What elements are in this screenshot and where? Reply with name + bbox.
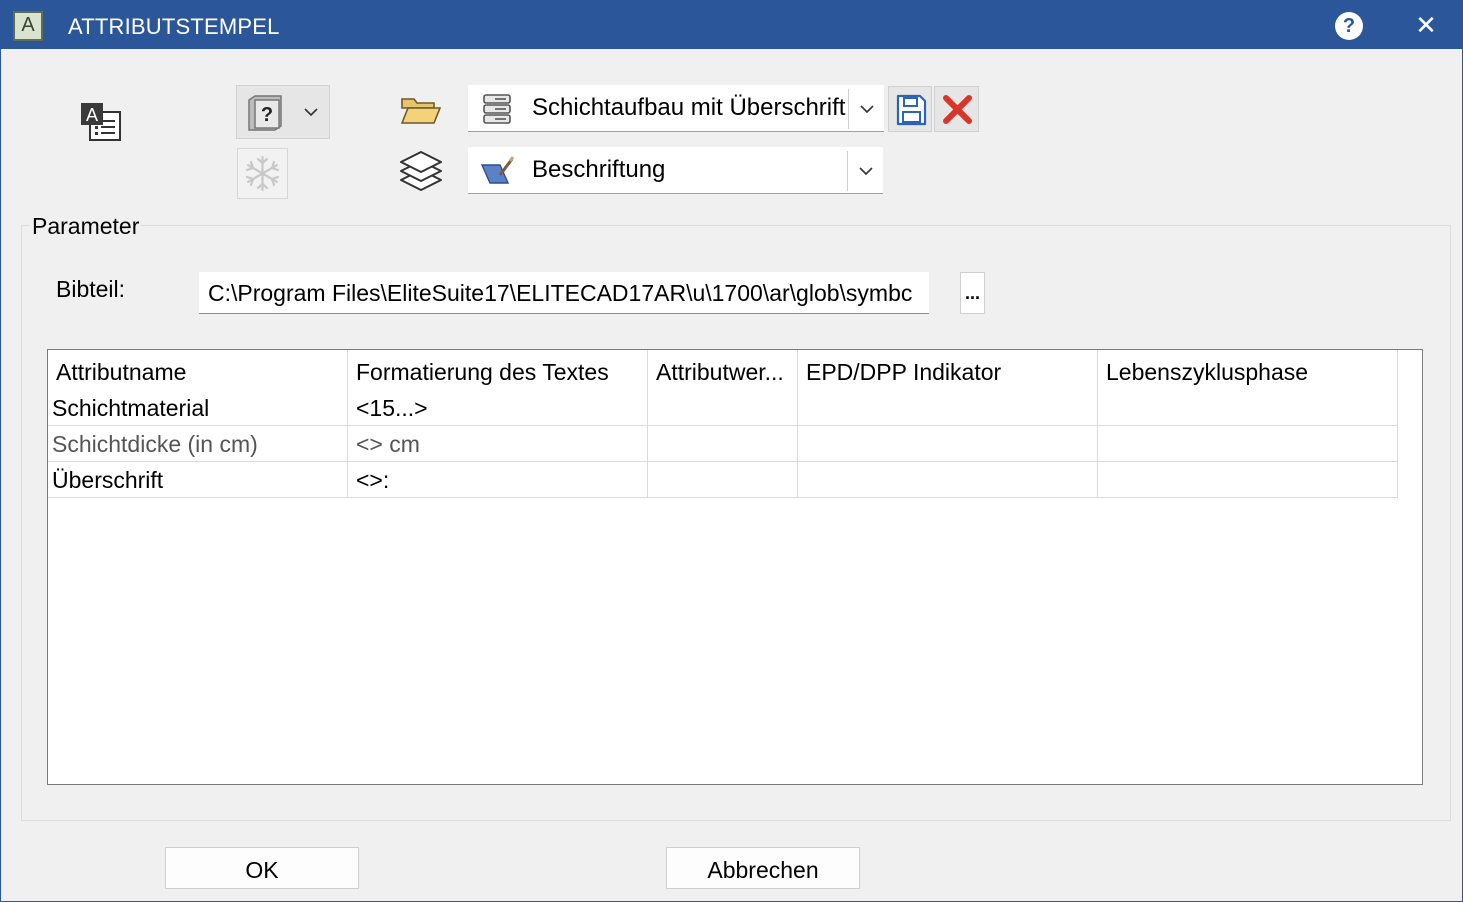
save-button[interactable] [888, 86, 932, 132]
column-header[interactable]: Attributname [48, 350, 348, 390]
table-cell[interactable]: Schichtdicke (in cm) [48, 426, 348, 462]
chevron-down-icon[interactable] [848, 89, 884, 129]
snowflake-icon [245, 155, 280, 192]
freeze-button[interactable] [237, 148, 288, 199]
cancel-button[interactable]: Abbrechen [666, 847, 860, 889]
bibteil-label: Bibteil: [56, 276, 126, 302]
close-button[interactable]: ✕ [1411, 9, 1441, 41]
book-icon: ? [245, 94, 283, 132]
table-cell[interactable]: Überschrift [48, 462, 348, 498]
browse-button[interactable]: ... [960, 272, 985, 314]
table-cell[interactable]: <>: [348, 462, 648, 498]
delete-button[interactable] [934, 86, 979, 132]
library-type-dropdown[interactable]: ? [236, 85, 330, 139]
title-bar: A ATTRIBUTSTEMPEL ? ✕ [1, 1, 1462, 49]
table-cell[interactable] [648, 426, 798, 462]
window-title: ATTRIBUTSTEMPEL [68, 14, 280, 39]
layer-dropdown[interactable]: Beschriftung [468, 147, 883, 194]
table-cell[interactable] [648, 462, 798, 498]
table-cell[interactable] [1098, 462, 1398, 498]
svg-text:?: ? [261, 104, 273, 126]
table-cell[interactable]: <> cm [348, 426, 648, 462]
parameter-group-label: Parameter [30, 213, 142, 240]
attributstempel-dialog: A ATTRIBUTSTEMPEL ? ✕ A ? Schichtaufbau … [0, 0, 1463, 902]
column-header[interactable]: EPD/DPP Indikator [798, 350, 1098, 390]
label-layer-icon [480, 155, 515, 187]
layer-structure-value: Schichtaufbau mit Überschrift [532, 94, 846, 121]
chevron-down-icon[interactable] [847, 151, 883, 191]
table-cell[interactable]: <15...> [348, 390, 648, 426]
open-folder-icon[interactable] [400, 95, 442, 125]
table-cell[interactable] [798, 462, 1098, 498]
app-icon: A [13, 11, 43, 41]
table-cell[interactable] [648, 390, 798, 426]
attribute-table[interactable]: Attributname Formatierung des Textes Att… [47, 349, 1423, 785]
database-icon [480, 93, 514, 125]
column-header[interactable]: Formatierung des Textes [348, 350, 648, 390]
table-cell[interactable] [798, 390, 1098, 426]
ok-button[interactable]: OK [165, 847, 359, 889]
chevron-down-icon [301, 100, 321, 124]
table-cell[interactable] [1098, 426, 1398, 462]
table-cell[interactable] [1098, 390, 1398, 426]
red-x-icon [943, 95, 972, 124]
bibteil-path-field[interactable]: C:\Program Files\EliteSuite17\ELITECAD17… [199, 272, 929, 314]
floppy-disk-icon [896, 94, 927, 126]
table-cell[interactable]: Schichtmaterial [48, 390, 348, 426]
layers-icon [398, 151, 444, 193]
svg-text:A: A [86, 105, 98, 125]
table-cell[interactable] [798, 426, 1098, 462]
layer-value: Beschriftung [532, 156, 666, 183]
column-header[interactable]: Attributwer... [648, 350, 798, 390]
help-button[interactable]: ? [1335, 12, 1363, 40]
layer-structure-dropdown[interactable]: Schichtaufbau mit Überschrift [468, 85, 884, 132]
column-header[interactable]: Lebenszyklusphase [1098, 350, 1398, 390]
attribute-stamp-icon: A [79, 102, 123, 142]
